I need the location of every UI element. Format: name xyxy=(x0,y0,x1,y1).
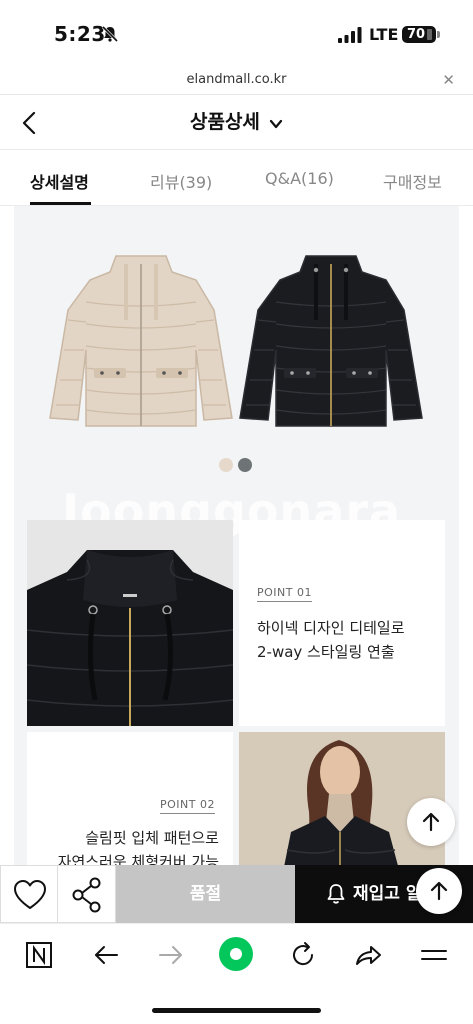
soldout-button[interactable]: 품절 xyxy=(116,865,295,923)
floating-top-button[interactable] xyxy=(416,868,462,914)
network-type: LTE xyxy=(369,25,399,44)
point-01-card: POINT 01 하이넥 디자인 디테일로 2-way 스타일링 연출 xyxy=(239,520,445,726)
forward-icon[interactable] xyxy=(156,940,186,970)
page-header: 상품상세 xyxy=(0,95,473,150)
browser-toolbar xyxy=(0,923,473,993)
scroll-to-top-button[interactable] xyxy=(407,798,455,846)
arrow-up-icon xyxy=(430,881,448,901)
refresh-icon[interactable] xyxy=(288,940,318,970)
beige-swatch[interactable] xyxy=(219,458,233,472)
share-icon xyxy=(72,877,101,913)
battery-level: 70 xyxy=(407,27,426,42)
chevron-down-icon xyxy=(269,119,283,128)
beige-jacket-image xyxy=(49,255,233,427)
battery-icon: 70 xyxy=(402,26,440,43)
tab-detail[interactable]: 상세설명 xyxy=(30,169,89,193)
url-bar[interactable]: elandmall.co.kr ✕ xyxy=(0,66,473,95)
cellular-signal-icon xyxy=(338,27,362,43)
tab-qna[interactable]: Q&A(16) xyxy=(265,169,334,188)
wishlist-button[interactable] xyxy=(0,865,58,923)
model-wearing-image xyxy=(239,732,445,866)
product-tabs: 상세설명 리뷰(39) Q&A(16) 구매정보 xyxy=(0,151,473,206)
naver-n-icon[interactable] xyxy=(24,940,54,970)
point-02-card: POINT 02 슬림핏 입체 패턴으로 자연스러운 체형커버 가능 xyxy=(27,732,233,866)
menu-icon[interactable] xyxy=(419,940,449,970)
home-indicator[interactable] xyxy=(152,1008,321,1013)
status-time: 5:23 xyxy=(54,22,106,46)
page-title: 상품상세 xyxy=(189,111,260,133)
share-arrow-icon[interactable] xyxy=(353,940,383,970)
gray-swatch[interactable] xyxy=(238,458,252,472)
back-icon[interactable] xyxy=(91,940,121,970)
point-02-line-2: 자연스러운 체형커버 가능 xyxy=(57,853,219,866)
tab-reviews[interactable]: 리뷰(39) xyxy=(150,169,212,193)
purchase-action-bar: 품절 재입고 알림 xyxy=(0,865,473,923)
tab-purchase-info[interactable]: 구매정보 xyxy=(383,169,442,193)
active-tab-indicator xyxy=(30,202,91,205)
naver-green-dot-icon[interactable] xyxy=(218,936,254,972)
page-title-dropdown[interactable]: 상품상세 xyxy=(0,107,473,134)
url-domain[interactable]: elandmall.co.kr xyxy=(0,72,473,87)
collar-detail-image xyxy=(27,520,233,726)
heart-icon xyxy=(14,880,46,909)
point-02-label: POINT 02 xyxy=(160,798,215,814)
close-icon[interactable]: ✕ xyxy=(442,71,455,89)
point-01-line-1: 하이넥 디자인 디테일로 xyxy=(257,619,405,637)
point-01-label: POINT 01 xyxy=(257,586,312,602)
arrow-up-icon xyxy=(422,812,440,832)
bell-muted-icon xyxy=(101,25,119,43)
product-detail-content[interactable]: Joonggonara POINT 01 하이넥 디자인 디테일로 2-way … xyxy=(14,206,459,866)
point-02-line-1: 슬림핏 입체 패턴으로 xyxy=(85,829,219,847)
color-swatches xyxy=(219,457,257,476)
bell-icon xyxy=(327,884,345,904)
point-01-line-2: 2-way 스타일링 연출 xyxy=(257,643,395,661)
share-button[interactable] xyxy=(58,865,116,923)
black-jacket-image xyxy=(239,255,423,427)
status-bar: 5:23 LTE 70 xyxy=(0,0,473,66)
